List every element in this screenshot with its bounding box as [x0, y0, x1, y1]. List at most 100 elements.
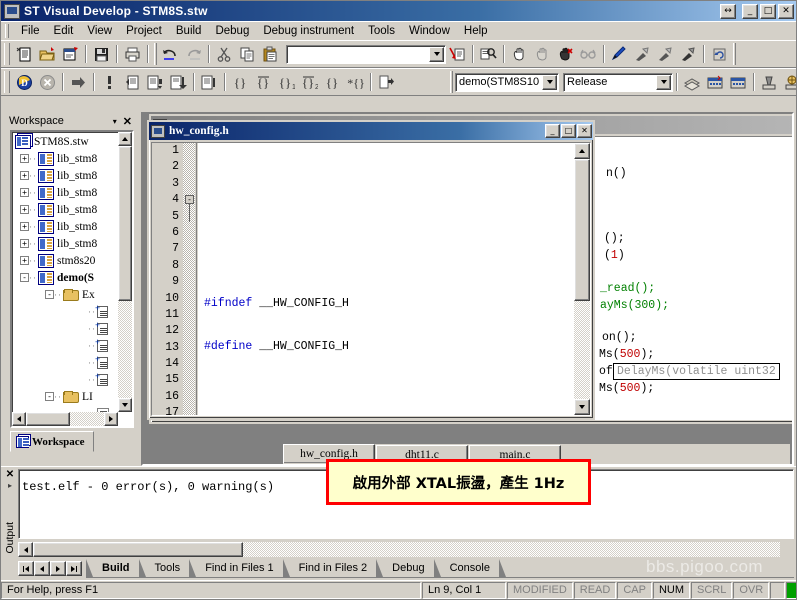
- debug-toolbar-grip-2[interactable]: [450, 71, 453, 93]
- toolbar-grip-3[interactable]: [733, 43, 736, 65]
- tree-item-source-folder[interactable]: - ··· Ex: [13, 286, 118, 303]
- run-icon[interactable]: [67, 71, 90, 93]
- build-icon[interactable]: [681, 71, 704, 93]
- tree-item-lib4[interactable]: + ··· lib_stm8: [13, 201, 118, 218]
- editor-scroll-down-button[interactable]: [574, 399, 590, 415]
- step-over-icon[interactable]: [144, 71, 167, 93]
- menu-view[interactable]: View: [80, 23, 119, 39]
- find-in-file-icon[interactable]: [446, 43, 469, 65]
- tree-vertical-scrollbar[interactable]: [118, 132, 132, 412]
- menu-edit[interactable]: Edit: [47, 23, 81, 39]
- output-tab-build[interactable]: Build: [93, 559, 139, 577]
- find-in-files-icon[interactable]: [477, 43, 500, 65]
- menu-help[interactable]: Help: [457, 23, 495, 39]
- open-folder-icon[interactable]: [36, 43, 59, 65]
- output-tab-console[interactable]: Console: [441, 559, 499, 577]
- brace5-icon[interactable]: {}: [321, 71, 344, 93]
- restore-all-button[interactable]: ↔: [720, 3, 736, 19]
- pencil-icon[interactable]: [608, 43, 631, 65]
- workspace-menu-icon[interactable]: ▾: [113, 117, 121, 126]
- last-icon[interactable]: [66, 561, 82, 576]
- menu-file[interactable]: File: [14, 23, 47, 39]
- expander-icon[interactable]: +: [20, 205, 29, 214]
- new-file-icon[interactable]: [13, 43, 36, 65]
- run-to-cursor-icon[interactable]: [198, 71, 221, 93]
- new-window-icon[interactable]: [59, 43, 82, 65]
- output-tab-tools[interactable]: Tools: [146, 559, 190, 577]
- scroll-left-button[interactable]: [12, 412, 26, 426]
- scroll-right-button[interactable]: [104, 412, 118, 426]
- next-icon[interactable]: [50, 561, 66, 576]
- output-close-icon[interactable]: ✕: [6, 469, 14, 481]
- editor-close-button[interactable]: ✕: [577, 124, 592, 138]
- fold-margin[interactable]: [183, 143, 195, 415]
- rebuild-all-icon[interactable]: [704, 71, 727, 93]
- expander-icon[interactable]: -: [20, 273, 29, 282]
- toolbar-grip[interactable]: [4, 43, 10, 65]
- tree-item-lib1[interactable]: + ··· lib_stm8: [13, 150, 118, 167]
- tree-scroll-thumb[interactable]: [118, 146, 132, 301]
- maximize-button[interactable]: □: [760, 3, 776, 19]
- compile-icon[interactable]: [781, 71, 796, 93]
- tree-item-file-1[interactable]: ··: [13, 303, 118, 320]
- goto-icon[interactable]: [375, 71, 398, 93]
- editor-scroll-up-button[interactable]: [574, 143, 590, 159]
- menu-tools[interactable]: Tools: [361, 23, 402, 39]
- close-button[interactable]: ✕: [778, 3, 794, 19]
- brace6-icon[interactable]: *{}: [344, 71, 367, 93]
- save-icon[interactable]: [90, 43, 113, 65]
- editor-text-area[interactable]: 1 2 3 4 5 6 7 8 9 10 11 12 13 14 15 16 1…: [151, 142, 591, 416]
- menu-debug-instrument[interactable]: Debug instrument: [256, 23, 361, 39]
- brace1-icon[interactable]: {}: [229, 71, 252, 93]
- wand1-icon[interactable]: [631, 43, 654, 65]
- refresh-icon[interactable]: [708, 43, 731, 65]
- redo-icon[interactable]: [182, 43, 205, 65]
- debug-stop-icon[interactable]: [36, 71, 59, 93]
- menu-grip[interactable]: [5, 24, 9, 38]
- minimize-button[interactable]: _: [742, 3, 758, 19]
- tree-item-workspace[interactable]: STM8S.stw: [13, 133, 118, 150]
- expander-icon[interactable]: +: [20, 188, 29, 197]
- brace2-icon[interactable]: {}: [252, 71, 275, 93]
- output-tab-find-in-files-2[interactable]: Find in Files 2: [290, 559, 376, 577]
- editor-vertical-scrollbar[interactable]: [574, 143, 590, 415]
- project-combo[interactable]: demo(STM8S10: [455, 72, 559, 92]
- debug-start-icon[interactable]: D: [13, 71, 36, 93]
- output-hscroll-thumb[interactable]: [33, 542, 243, 557]
- config-combo[interactable]: Release: [563, 72, 673, 92]
- undo-icon[interactable]: [159, 43, 182, 65]
- expander-icon[interactable]: +: [20, 256, 29, 265]
- tree-item-stm8s20[interactable]: + ··· stm8s20: [13, 252, 118, 269]
- expander-icon[interactable]: +: [20, 239, 29, 248]
- tree-item-lib3[interactable]: + ··· lib_stm8: [13, 184, 118, 201]
- project-combo-arrow[interactable]: [542, 74, 557, 90]
- tree-item-file-4[interactable]: ··: [13, 354, 118, 371]
- tree-item-lib-folder[interactable]: - ··· LI: [13, 388, 118, 405]
- toolbar-grip-2[interactable]: [154, 43, 157, 65]
- prev-icon[interactable]: [34, 561, 50, 576]
- tree-item-file-2[interactable]: ··: [13, 320, 118, 337]
- tree-item-file-3[interactable]: ··: [13, 337, 118, 354]
- cut-icon[interactable]: [213, 43, 236, 65]
- paste-icon[interactable]: [259, 43, 282, 65]
- output-tab-debug[interactable]: Debug: [383, 559, 433, 577]
- wand3-icon[interactable]: [677, 43, 700, 65]
- expander-icon[interactable]: +: [20, 222, 29, 231]
- halt-icon[interactable]: [98, 71, 121, 93]
- scroll-up-button[interactable]: [118, 132, 132, 146]
- tree-hscroll-thumb[interactable]: [26, 412, 70, 426]
- editor-window[interactable]: hw_config.h _ □ ✕ 1 2 3 4 5 6 7 8 9 10 1…: [147, 120, 595, 420]
- editor-minimize-button[interactable]: _: [545, 124, 560, 138]
- workspace-close-icon[interactable]: ✕: [121, 115, 136, 128]
- menu-build[interactable]: Build: [169, 23, 209, 39]
- brace3-icon[interactable]: {}1: [275, 71, 298, 93]
- clean-icon[interactable]: [758, 71, 781, 93]
- hand-gray-icon[interactable]: [531, 43, 554, 65]
- tree-item-demo[interactable]: - ··· demo(S: [13, 269, 118, 286]
- scroll-down-button[interactable]: [118, 398, 132, 412]
- find-combo-arrow[interactable]: [429, 46, 444, 62]
- workspace-tree[interactable]: STM8S.stw + ··· lib_stm8 + ··· lib_stm8: [10, 130, 134, 428]
- status-stop[interactable]: Stop: [786, 581, 796, 599]
- output-pin-icon[interactable]: ▸: [8, 481, 12, 490]
- expander-icon[interactable]: -: [45, 290, 54, 299]
